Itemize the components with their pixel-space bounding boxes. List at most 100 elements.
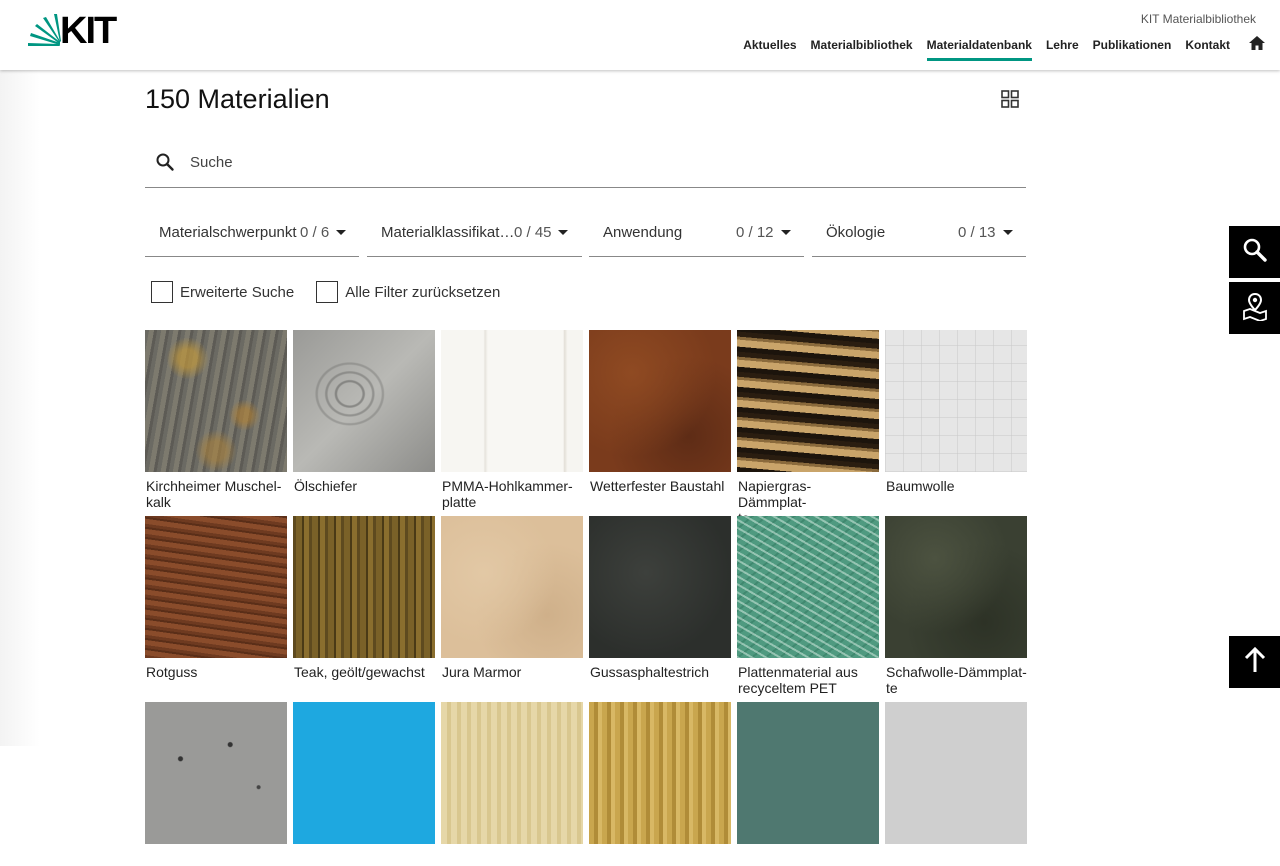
material-image xyxy=(885,702,1027,844)
material-tile[interactable] xyxy=(145,702,287,866)
material-name xyxy=(441,850,583,866)
left-shade xyxy=(0,70,40,746)
material-image xyxy=(737,330,879,472)
material-name: Wetterfester Baustahl xyxy=(590,478,725,494)
grid-view-icon[interactable] xyxy=(1001,90,1019,108)
material-name: Gussasphaltestrich xyxy=(590,664,710,680)
filter-bar: Materialschwerpunkt 0 / 6 Materialklassi… xyxy=(145,210,1026,257)
filter-oekologie[interactable]: Ökologie 0 / 13 xyxy=(812,210,1026,257)
filter-materialklassifikation[interactable]: Materialklassifikat… 0 / 45 xyxy=(367,210,582,257)
material-image xyxy=(441,516,583,658)
material-name: Ölschiefer xyxy=(294,478,358,494)
search-icon xyxy=(155,152,175,177)
filter-count: 0 / 6 xyxy=(300,224,330,241)
material-tile[interactable]: PMMA-Hohlkammer-platte xyxy=(441,330,583,510)
material-image xyxy=(441,702,583,844)
caret-down-icon xyxy=(558,230,568,235)
search-icon xyxy=(1242,237,1268,268)
page-title: 150 Materialien xyxy=(145,84,330,114)
material-name: Kirchheimer Muschel-kalk xyxy=(146,478,282,510)
material-name: Schafwolle-Dämmplat-te xyxy=(886,664,1027,696)
filter-anwendung[interactable]: Anwendung 0 / 12 xyxy=(589,210,804,257)
material-tile[interactable]: Schafwolle-Dämmplat-te xyxy=(885,516,1027,696)
material-tile[interactable]: Jura Marmor xyxy=(441,516,583,680)
material-tile[interactable]: Rotguss xyxy=(145,516,287,680)
material-name: Baumwolle xyxy=(886,478,955,494)
material-name xyxy=(589,850,731,866)
material-tile[interactable]: Kirchheimer Muschel-kalk xyxy=(145,330,287,510)
material-image xyxy=(293,702,435,844)
scroll-top-button[interactable] xyxy=(1229,636,1280,688)
material-tile[interactable]: Napiergras-Dämmplat-te xyxy=(737,330,879,526)
filter-label: Materialschwerpunkt xyxy=(159,224,297,241)
material-image xyxy=(885,516,1027,658)
filter-materialschwerpunkt[interactable]: Materialschwerpunkt 0 / 6 xyxy=(145,210,359,257)
checkbox-filter-zuruecksetzen[interactable]: Alle Filter zurücksetzen xyxy=(316,281,500,303)
checkbox-box[interactable] xyxy=(316,281,339,303)
map-pin-icon xyxy=(1240,291,1270,326)
material-image xyxy=(293,330,435,472)
side-map-button[interactable] xyxy=(1229,282,1280,334)
logo-text: KIT xyxy=(60,10,117,52)
material-tile[interactable] xyxy=(293,702,435,866)
filter-count: 0 / 13 xyxy=(958,224,996,241)
material-image xyxy=(589,330,731,472)
filter-count: 0 / 45 xyxy=(514,224,552,241)
kit-logo-icon xyxy=(28,14,61,46)
caret-down-icon xyxy=(781,230,791,235)
side-search-button[interactable] xyxy=(1229,226,1280,278)
material-name xyxy=(737,850,879,866)
material-image xyxy=(145,330,287,472)
material-tile[interactable]: Plattenmaterial aus recyceltem PET xyxy=(737,516,879,696)
filter-label: Ökologie xyxy=(826,224,886,241)
search-input[interactable] xyxy=(190,150,1010,174)
caret-down-icon xyxy=(336,230,346,235)
material-name: Jura Marmor xyxy=(442,664,522,680)
material-image xyxy=(145,702,287,844)
checkbox-label: Alle Filter zurücksetzen xyxy=(345,283,501,301)
material-image xyxy=(441,330,583,472)
material-tile[interactable] xyxy=(885,702,1027,866)
checkbox-label: Erweiterte Suche xyxy=(180,283,295,301)
material-name: Teak, geölt/gewachst xyxy=(294,664,425,680)
material-image xyxy=(293,516,435,658)
arrow-up-icon xyxy=(1244,646,1266,678)
nav-materialdatenbank[interactable]: Materialdatenbank xyxy=(926,33,1032,61)
option-checkboxes: Erweiterte Suche Alle Filter zurücksetze… xyxy=(151,281,522,303)
nav-lehre[interactable]: Lehre xyxy=(1046,33,1079,58)
material-tile[interactable]: Baumwolle xyxy=(885,330,1027,494)
caret-down-icon xyxy=(1003,230,1013,235)
nav-publikationen[interactable]: Publikationen xyxy=(1093,33,1172,58)
material-tile[interactable]: Ölschiefer xyxy=(293,330,435,494)
material-tile[interactable]: Gussasphaltestrich xyxy=(589,516,731,680)
material-image xyxy=(737,516,879,658)
filter-label: Anwendung xyxy=(603,224,683,241)
material-name xyxy=(293,850,435,866)
material-tile[interactable] xyxy=(737,702,879,866)
nav-kontakt[interactable]: Kontakt xyxy=(1185,33,1230,58)
main-nav: Aktuelles Materialbibliothek Materialdat… xyxy=(729,33,1266,61)
material-name: Rotguss xyxy=(146,664,198,680)
search-bar xyxy=(145,146,1026,188)
material-name: PMMA-Hohlkammer-platte xyxy=(442,478,573,510)
nav-materialbibliothek[interactable]: Materialbibliothek xyxy=(811,33,913,58)
kit-logo[interactable]: KIT xyxy=(26,10,117,52)
filter-count: 0 / 12 xyxy=(736,224,774,241)
site-name: KIT Materialbibliothek xyxy=(1140,12,1256,26)
checkbox-box[interactable] xyxy=(151,281,173,303)
material-name xyxy=(885,850,1027,866)
filter-label: Materialklassifikat… xyxy=(381,224,515,241)
material-tile[interactable]: Teak, geölt/gewachst xyxy=(293,516,435,680)
material-image xyxy=(885,330,1027,472)
material-name xyxy=(145,850,287,866)
material-image xyxy=(589,516,731,658)
top-bar: KIT KIT Materialbibliothek Aktuelles Mat… xyxy=(0,0,1280,70)
home-icon[interactable] xyxy=(1248,33,1266,56)
nav-aktuelles[interactable]: Aktuelles xyxy=(743,33,796,58)
checkbox-erweiterte-suche[interactable]: Erweiterte Suche xyxy=(151,281,294,303)
material-tile[interactable] xyxy=(589,702,731,866)
material-tile[interactable]: Wetterfester Baustahl xyxy=(589,330,731,494)
material-image xyxy=(589,702,731,844)
material-tile[interactable] xyxy=(441,702,583,866)
material-image xyxy=(145,516,287,658)
